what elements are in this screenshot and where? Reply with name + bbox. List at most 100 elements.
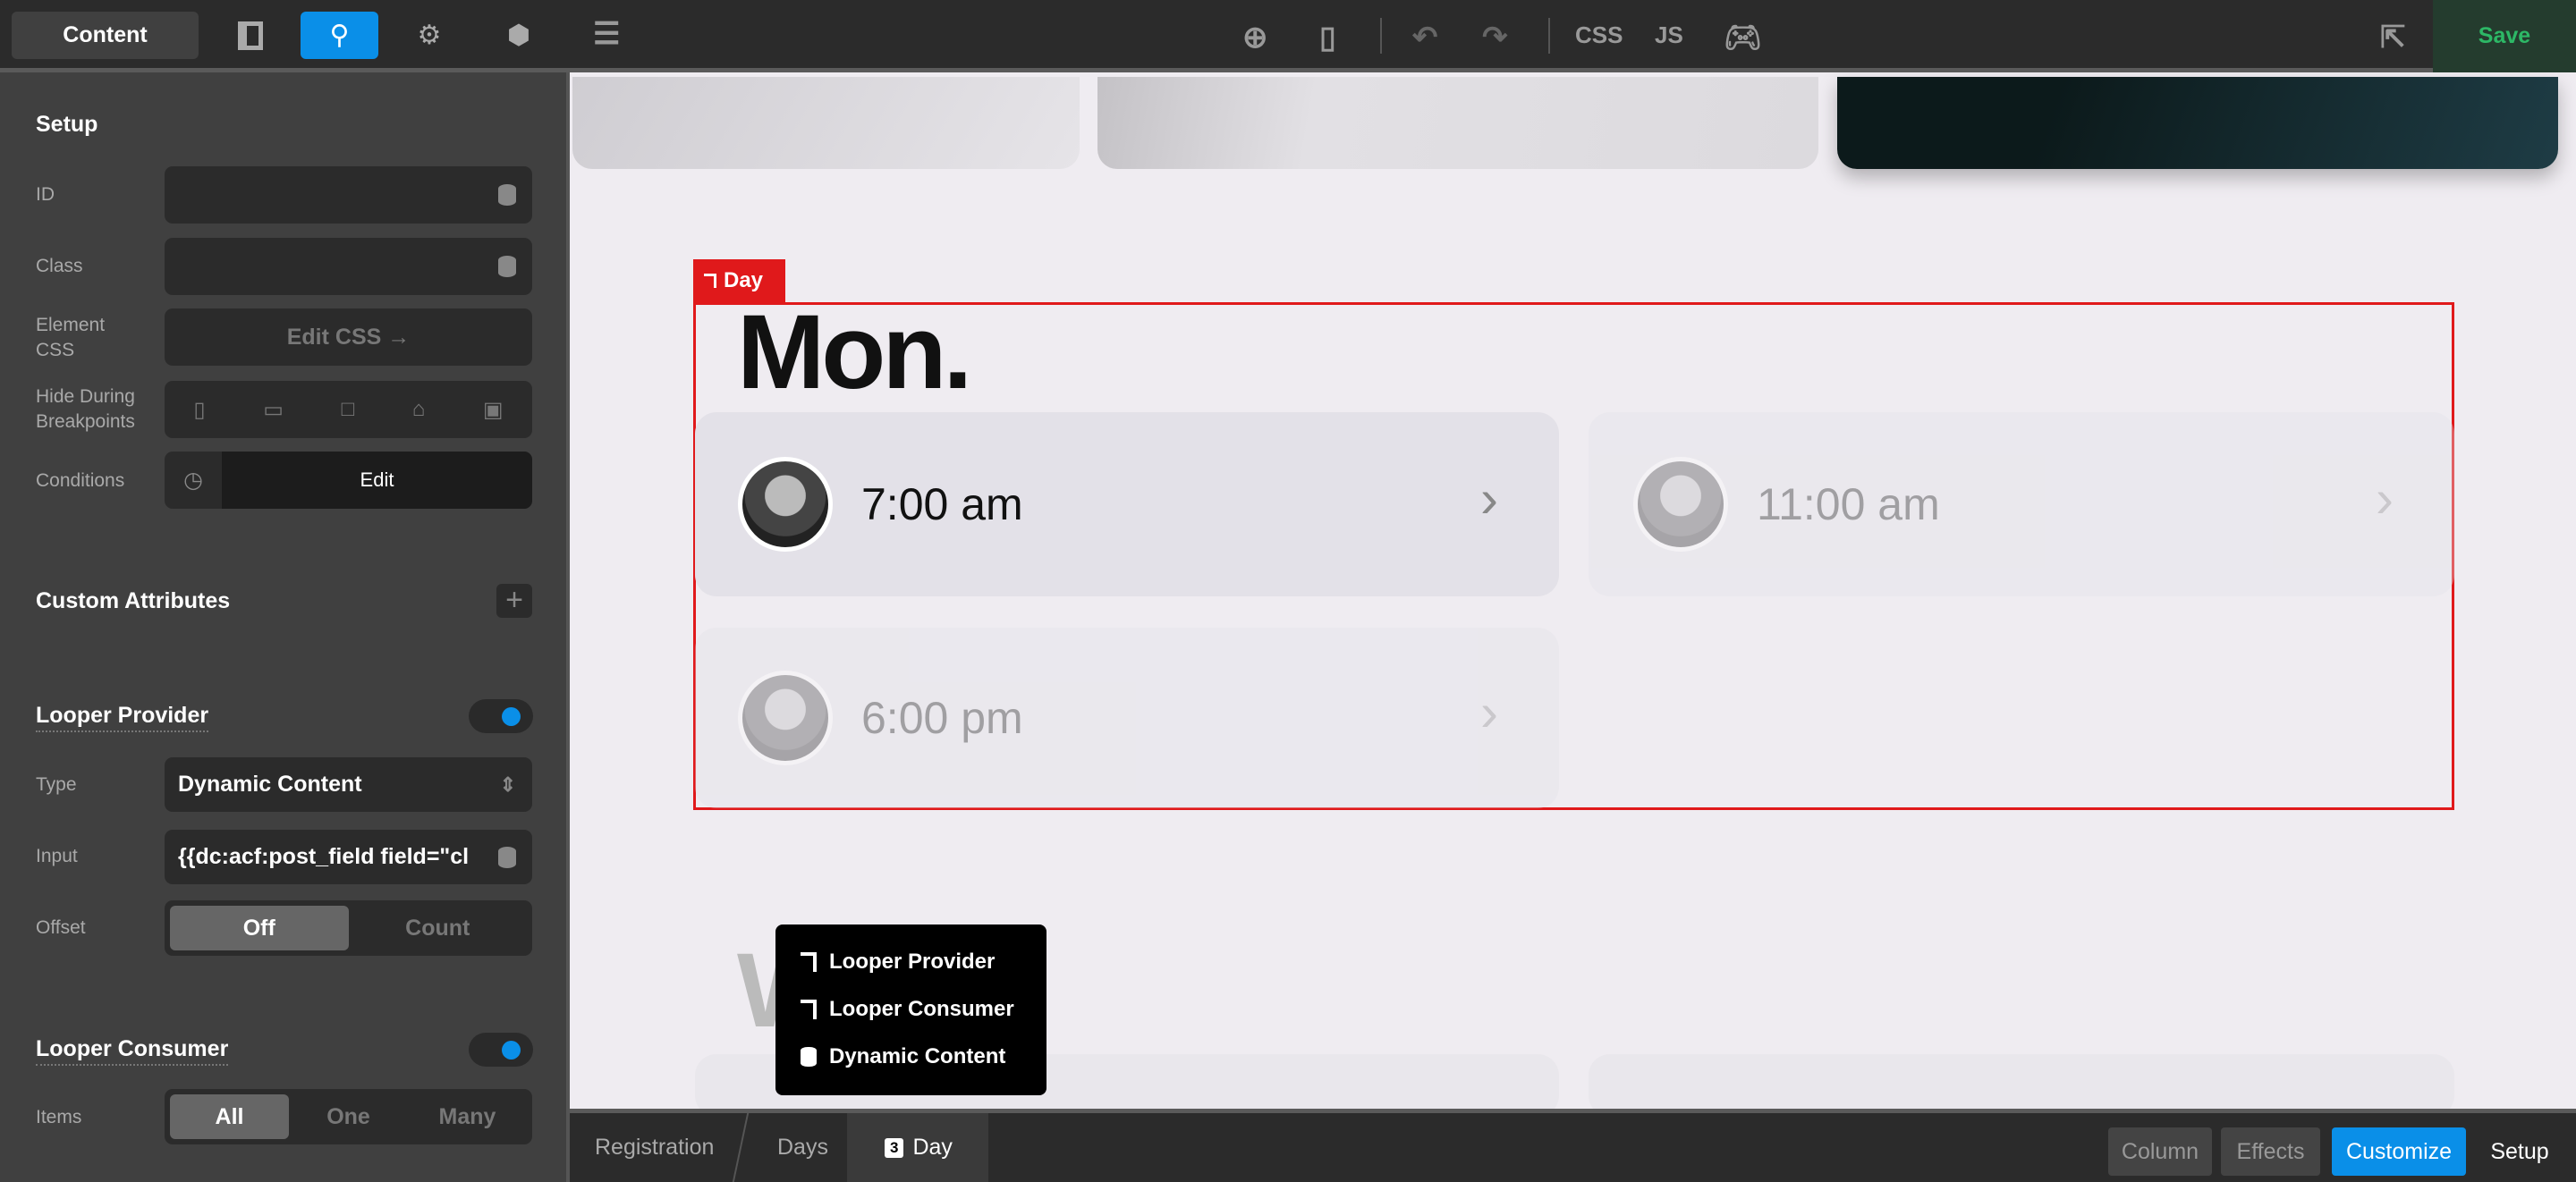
- conditions-label: Conditions: [36, 470, 125, 491]
- breadcrumb-registration[interactable]: Registration: [595, 1113, 714, 1182]
- desktop-icon[interactable]: ▣: [483, 397, 504, 423]
- add-element-icon[interactable]: ⊕: [1242, 20, 1268, 55]
- conditions-icon[interactable]: ◷: [165, 467, 222, 494]
- css-button[interactable]: CSS: [1575, 21, 1623, 49]
- looper-consumer-toggle[interactable]: [469, 1033, 533, 1067]
- offset-segmented: Off Count: [165, 900, 532, 956]
- divider: [1380, 18, 1382, 54]
- breadcrumb-day[interactable]: 3 Day: [885, 1113, 953, 1182]
- document-hex-icon[interactable]: ⬢: [483, 12, 555, 59]
- custom-attributes-heading: Custom Attributes: [36, 588, 231, 613]
- database-icon[interactable]: [498, 846, 516, 868]
- items-segmented: All One Many: [165, 1089, 532, 1144]
- js-button[interactable]: JS: [1655, 21, 1683, 49]
- tab-content[interactable]: Content: [12, 12, 199, 59]
- looper-input[interactable]: {{dc:acf:post_field field="cl: [165, 830, 532, 884]
- chevron-right-icon: ›: [1480, 682, 1498, 742]
- inspector-sidebar: Content ⚲ ⚙ ⬢ Setup ID Class Element CSS…: [0, 0, 570, 1182]
- phone-landscape-icon[interactable]: ▭: [263, 397, 284, 423]
- sidebar-tabs: Content ⚲ ⚙ ⬢: [0, 0, 570, 72]
- tablet-icon[interactable]: □: [342, 397, 355, 422]
- top-toolbar: ☰ ⊕ ▯ ↶ ↷ CSS JS 🎮︎ ⇱ Save: [570, 0, 2576, 72]
- time-text: 11:00 am: [1757, 479, 1940, 529]
- gamepad-icon[interactable]: 🎮︎: [1724, 20, 1762, 55]
- type-value: Dynamic Content: [178, 772, 362, 797]
- looper-provider-heading: Looper Provider: [36, 703, 209, 732]
- edit-css-button[interactable]: Edit CSS →: [165, 308, 532, 366]
- popup-looper-consumer: Looper Consumer: [801, 997, 1014, 1022]
- class-label: Class: [36, 256, 83, 276]
- laptop-icon[interactable]: ⌂: [412, 397, 426, 422]
- setup-heading: Setup: [36, 112, 98, 137]
- hide-breakpoints-label: Hide During Breakpoints: [36, 386, 135, 432]
- conditions-edit-button[interactable]: Edit: [222, 452, 532, 509]
- popup-looper-provider: Looper Provider: [801, 950, 995, 975]
- time-text: 7:00 am: [861, 479, 1023, 529]
- gallery-image: [572, 77, 1080, 169]
- items-one[interactable]: One: [289, 1094, 408, 1139]
- breadcrumb-badge: 3: [885, 1137, 904, 1158]
- looper-input-value: {{dc:acf:post_field field="cl: [178, 844, 470, 869]
- input-label: Input: [36, 846, 78, 866]
- database-icon[interactable]: [498, 184, 516, 206]
- gallery-image: [1837, 77, 2558, 169]
- add-attribute-button[interactable]: +: [496, 584, 532, 618]
- phone-icon[interactable]: ▯: [193, 397, 205, 423]
- offset-off[interactable]: Off: [170, 906, 349, 950]
- search-icon[interactable]: ⚲: [301, 12, 378, 59]
- items-all[interactable]: All: [170, 1094, 289, 1139]
- looper-provider-toggle[interactable]: [469, 699, 533, 733]
- breakpoint-toggles: ▯ ▭ □ ⌂ ▣: [165, 381, 532, 438]
- customize-button[interactable]: Customize: [2332, 1127, 2466, 1176]
- time-text: 6:00 pm: [861, 693, 1023, 743]
- chevron-right-icon: ›: [2376, 469, 2394, 528]
- looper-consumer-heading: Looper Consumer: [36, 1036, 229, 1066]
- looper-icon: [801, 952, 817, 972]
- undo-icon[interactable]: ↶: [1412, 20, 1438, 55]
- class-input[interactable]: [165, 238, 532, 295]
- items-label: Items: [36, 1107, 82, 1127]
- column-button[interactable]: Column: [2108, 1127, 2212, 1176]
- offset-label: Offset: [36, 917, 86, 938]
- avatar: [738, 671, 833, 765]
- setup-button[interactable]: Setup: [2475, 1127, 2564, 1176]
- divider: [732, 1113, 750, 1182]
- time-slot-card[interactable]: 7:00 am ›: [695, 412, 1559, 596]
- popup-item-label: Looper Provider: [829, 950, 996, 974]
- time-slot-card[interactable]: [1589, 1054, 2454, 1117]
- redo-icon[interactable]: ↷: [1482, 20, 1508, 55]
- avatar: [1633, 457, 1728, 552]
- looper-icon: [704, 274, 716, 288]
- divider: [1548, 18, 1550, 54]
- popup-item-label: Looper Consumer: [829, 997, 1014, 1021]
- save-button[interactable]: Save: [2433, 0, 2576, 72]
- bottom-bar: Registration Days 3 Day Column Effects Cu…: [570, 1109, 2576, 1182]
- type-label: Type: [36, 774, 77, 795]
- gear-icon[interactable]: ⚙: [394, 12, 465, 59]
- conditions-control: ◷ Edit: [165, 452, 532, 509]
- day-heading: Mon.: [737, 293, 972, 411]
- device-preview-icon[interactable]: ▯: [1319, 20, 1336, 55]
- select-arrows-icon: ⇕: [499, 773, 516, 796]
- layout-panel-icon[interactable]: [215, 12, 286, 59]
- effects-button[interactable]: Effects: [2221, 1127, 2320, 1176]
- breadcrumb-days[interactable]: Days: [777, 1113, 828, 1182]
- popup-item-label: Dynamic Content: [829, 1044, 1006, 1068]
- time-slot-card[interactable]: 6:00 pm ›: [695, 628, 1559, 808]
- database-icon[interactable]: [498, 256, 516, 277]
- popup-dynamic-content: Dynamic Content: [801, 1044, 1005, 1069]
- type-select[interactable]: Dynamic Content ⇕: [165, 757, 532, 812]
- element-tooltip: Looper Provider Looper Consumer Dynamic …: [775, 924, 1046, 1095]
- hamburger-menu-icon[interactable]: ☰: [593, 16, 620, 52]
- id-label: ID: [36, 184, 55, 205]
- items-many[interactable]: Many: [408, 1094, 527, 1139]
- time-slot-card[interactable]: 11:00 am ›: [1589, 412, 2454, 596]
- element-css-label: Element CSS: [36, 315, 106, 360]
- offset-count[interactable]: Count: [349, 906, 528, 950]
- breadcrumb-day-label: Day: [912, 1135, 953, 1160]
- database-icon: [801, 1047, 817, 1067]
- chevron-right-icon: ›: [1480, 469, 1498, 528]
- looper-icon: [801, 1000, 817, 1019]
- external-link-icon[interactable]: ⇱: [2380, 20, 2406, 55]
- id-input[interactable]: [165, 166, 532, 224]
